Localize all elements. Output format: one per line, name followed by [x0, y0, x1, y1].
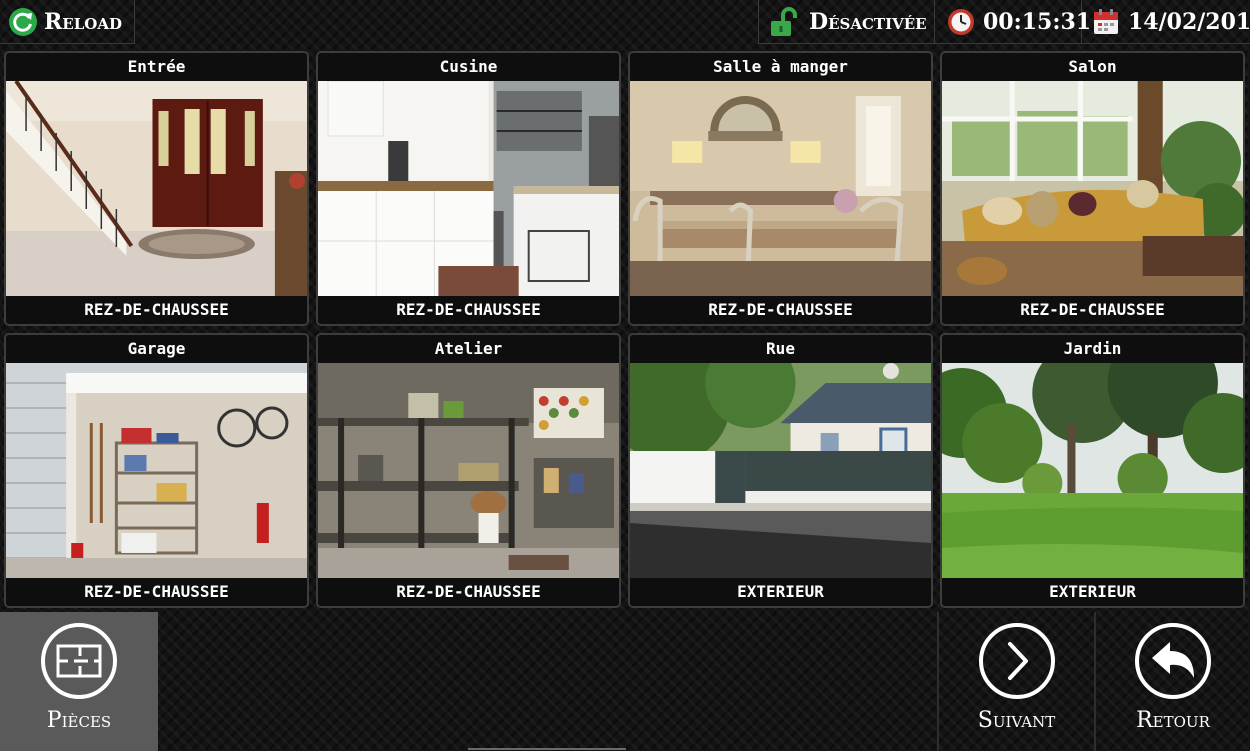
room-photo-atelier — [318, 363, 619, 578]
room-title: Salle à manger — [630, 53, 931, 81]
room-card-rue[interactable]: Rue EXTERIEUR — [628, 333, 933, 608]
retour-button[interactable]: Retour — [1094, 612, 1250, 751]
room-floor: REZ-DE-CHAUSSEE — [630, 296, 931, 324]
room-photo-cuisine — [318, 81, 619, 296]
back-arrow-circle-icon — [1135, 623, 1211, 699]
alarm-status-label: Désactivée — [809, 8, 927, 35]
date-value: 14/02/2019 — [1128, 8, 1250, 35]
room-photo-salon — [942, 81, 1243, 296]
top-bar: Reload Désactivée 00:15:31 14/02/201 — [0, 0, 1250, 45]
room-title: Cusine — [318, 53, 619, 81]
room-photo-garage — [6, 363, 307, 578]
pieces-label: Pièces — [46, 708, 112, 733]
room-title: Garage — [6, 335, 307, 363]
room-card-salle-a-manger[interactable]: Salle à manger REZ-DE-CHAUSSEE — [628, 51, 933, 326]
room-floor: EXTERIEUR — [942, 578, 1243, 606]
room-floor: REZ-DE-CHAUSSEE — [6, 296, 307, 324]
clock-icon — [948, 8, 974, 35]
room-card-jardin[interactable]: Jardin EXTERIEUR — [940, 333, 1245, 608]
room-card-cuisine[interactable]: Cusine REZ-DE-CHAUSSEE — [316, 51, 621, 326]
room-title: Entrée — [6, 53, 307, 81]
reload-label: Reload — [44, 8, 122, 35]
clock-display: 00:15:31 — [935, 0, 1091, 44]
room-card-garage[interactable]: Garage REZ-DE-CHAUSSEE — [4, 333, 309, 608]
room-floor: REZ-DE-CHAUSSEE — [6, 578, 307, 606]
room-title: Atelier — [318, 335, 619, 363]
room-card-atelier[interactable]: Atelier REZ-DE-CHAUSSEE — [316, 333, 621, 608]
reload-icon — [9, 7, 37, 36]
floorplan-icon — [41, 623, 117, 699]
room-photo-jardin — [942, 363, 1243, 578]
room-floor: REZ-DE-CHAUSSEE — [318, 578, 619, 606]
room-card-salon[interactable]: Salon REZ-DE-CHAUSSEE — [940, 51, 1245, 326]
unlocked-padlock-icon — [771, 6, 797, 36]
suivant-button[interactable]: Suivant — [937, 612, 1094, 751]
chevron-right-circle-icon — [978, 623, 1055, 699]
scroll-indicator — [468, 748, 626, 750]
retour-label: Retour — [1136, 708, 1210, 733]
alarm-status-button[interactable]: Désactivée — [758, 0, 935, 44]
date-display: 14/02/2019 — [1082, 0, 1250, 44]
reload-button[interactable]: Reload — [0, 0, 135, 44]
suivant-label: Suivant — [977, 708, 1056, 733]
room-photo-rue — [630, 363, 931, 578]
room-floor: EXTERIEUR — [630, 578, 931, 606]
room-title: Jardin — [942, 335, 1243, 363]
bottom-bar: Pièces Suivant Retour — [0, 612, 1250, 751]
room-title: Rue — [630, 335, 931, 363]
calendar-icon — [1094, 8, 1118, 34]
room-floor: REZ-DE-CHAUSSEE — [318, 296, 619, 324]
pieces-button[interactable]: Pièces — [0, 612, 158, 751]
room-card-entree[interactable]: Entrée REZ-DE-CHAUSSEE — [4, 51, 309, 326]
time-value: 00:15:31 — [983, 8, 1092, 35]
room-photo-entree — [6, 81, 307, 296]
room-photo-salle-a-manger — [630, 81, 931, 296]
room-floor: REZ-DE-CHAUSSEE — [942, 296, 1243, 324]
rooms-grid: Entrée REZ-DE-CHAUSSEE Cusine REZ-DE-CHA… — [4, 51, 1246, 608]
room-title: Salon — [942, 53, 1243, 81]
